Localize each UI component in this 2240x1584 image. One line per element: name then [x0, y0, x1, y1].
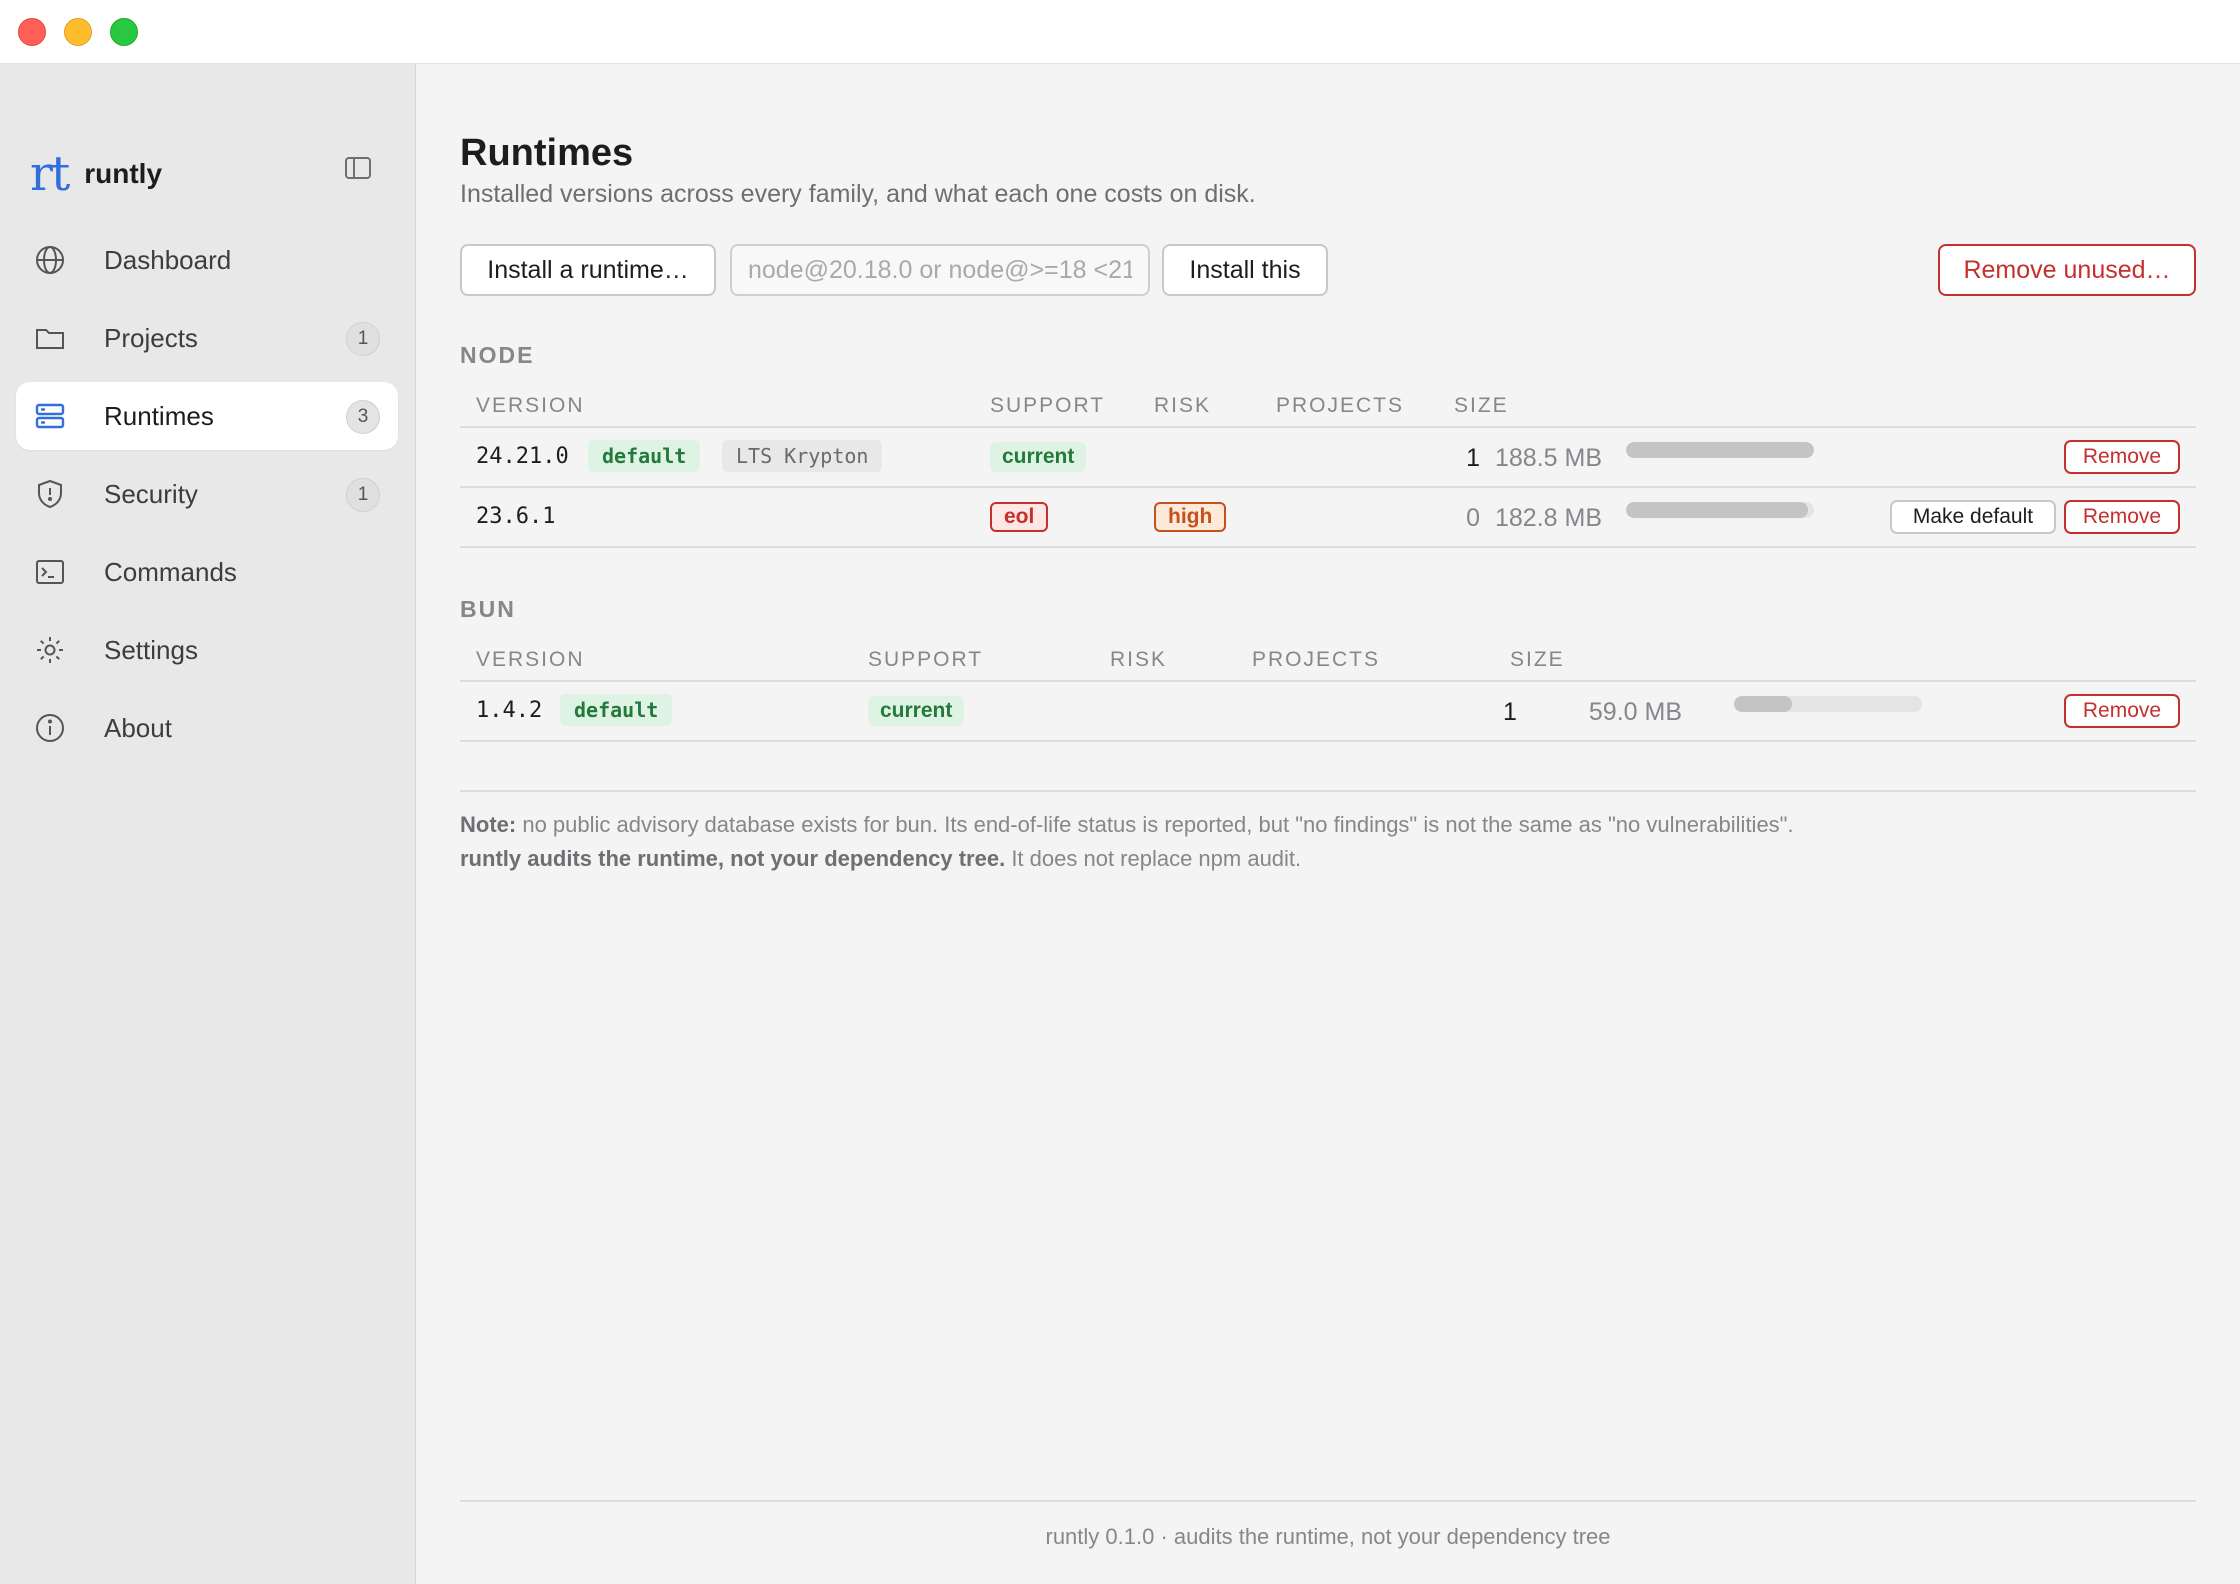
size-value: 182.8 MB [1494, 504, 1602, 532]
size-bar-fill [1734, 696, 1793, 712]
runtime-spec-input[interactable] [730, 244, 1150, 296]
server-icon [34, 400, 66, 432]
page-title: Runtimes [460, 132, 634, 174]
toolbar: Install a runtime… Install this Remove u… [460, 244, 2196, 300]
sidebar: rt runtly Dashboard Projects 1 Runtimes … [0, 64, 416, 1584]
sidebar-item-label: Security [104, 478, 198, 509]
remove-button[interactable]: Remove [2064, 694, 2180, 728]
table-row: 1.4.2 default current 1 59.0 MB Remove [460, 682, 2196, 742]
support-badge: current [868, 696, 965, 726]
note-line-2: runtly audits the runtime, not your depe… [460, 842, 1794, 876]
note-bold: runtly audits the runtime, not your depe… [460, 846, 1006, 871]
risk-badge: high [1154, 502, 1227, 532]
column-header-projects: PROJECTS [1252, 648, 1381, 671]
remove-button[interactable]: Remove [2064, 440, 2180, 474]
note: Note: no public advisory database exists… [460, 808, 1794, 876]
window-close-button[interactable] [18, 18, 46, 46]
sidebar-toggle-icon[interactable] [344, 156, 372, 180]
section-label-node: NODE [460, 342, 535, 368]
column-header-version: VERSION [476, 394, 585, 417]
brand: rt runtly [30, 144, 162, 204]
globe-icon [34, 244, 66, 276]
remove-unused-button[interactable]: Remove unused… [1938, 244, 2196, 296]
column-header-size: SIZE [1510, 648, 1565, 671]
note-label: Note: [460, 812, 517, 837]
window-maximize-button[interactable] [110, 18, 138, 46]
window-minimize-button[interactable] [64, 18, 92, 46]
column-header-version: VERSION [476, 648, 585, 671]
sidebar-item-security[interactable]: Security 1 [16, 460, 398, 528]
default-tag: default [560, 694, 673, 726]
gear-icon [34, 634, 66, 666]
main-content: Runtimes Installed versions across every… [460, 64, 2196, 1584]
page-subtitle: Installed versions across every family, … [460, 180, 1256, 208]
remove-button[interactable]: Remove [2064, 500, 2180, 534]
make-default-button[interactable]: Make default [1890, 500, 2056, 534]
footer-text: runtly 0.1.0 · audits the runtime, not y… [1045, 1524, 1611, 1549]
sidebar-item-label: About [104, 712, 172, 743]
info-icon [34, 712, 66, 744]
terminal-icon [34, 556, 66, 588]
version-cell: 23.6.1 [476, 504, 556, 529]
sidebar-item-settings[interactable]: Settings [16, 616, 398, 684]
note-text: no public advisory database exists for b… [522, 812, 1794, 837]
sidebar-nav: Dashboard Projects 1 Runtimes 3 Security… [16, 226, 398, 772]
projects-count: 1 [1503, 698, 1517, 726]
default-tag: default [588, 440, 701, 472]
column-header-risk: RISK [1154, 394, 1212, 417]
size-bar [1734, 696, 1922, 712]
version-cell: 1.4.2 [476, 698, 543, 723]
table-row: 24.21.0 default LTS Krypton current 1 18… [460, 428, 2196, 488]
column-header-projects: PROJECTS [1276, 394, 1405, 417]
sidebar-item-label: Projects [104, 322, 198, 353]
table-header: VERSION SUPPORT RISK PROJECTS SIZE [460, 636, 2196, 682]
sidebar-item-commands[interactable]: Commands [16, 538, 398, 606]
size-bar-fill [1626, 442, 1814, 458]
count-badge: 3 [346, 400, 380, 434]
brand-logo: rt [30, 146, 70, 202]
footer-divider [460, 1500, 2196, 1502]
sidebar-item-about[interactable]: About [16, 694, 398, 762]
section-label-bun: BUN [460, 596, 516, 622]
sidebar-item-projects[interactable]: Projects 1 [16, 304, 398, 372]
shield-icon [34, 478, 66, 510]
brand-name: runtly [84, 158, 163, 189]
note-text: It does not replace npm audit. [1011, 846, 1302, 871]
sidebar-item-label: Settings [104, 634, 198, 665]
lts-tag: LTS Krypton [722, 440, 883, 472]
note-line-1: Note: no public advisory database exists… [460, 808, 1794, 842]
sidebar-item-label: Commands [104, 556, 237, 587]
size-value: 59.0 MB [1588, 698, 1682, 726]
node-table: VERSION SUPPORT RISK PROJECTS SIZE 24.21… [460, 382, 2196, 548]
bun-table: VERSION SUPPORT RISK PROJECTS SIZE 1.4.2… [460, 636, 2196, 742]
install-this-button[interactable]: Install this [1162, 244, 1328, 296]
folder-icon [34, 322, 66, 354]
count-badge: 1 [346, 322, 380, 356]
version-cell: 24.21.0 [476, 444, 569, 469]
size-bar-fill [1626, 502, 1809, 518]
size-value: 188.5 MB [1494, 444, 1602, 472]
size-bar [1626, 442, 1814, 458]
support-badge: eol [990, 502, 1049, 532]
size-bar [1626, 502, 1814, 518]
sidebar-item-label: Runtimes [104, 400, 214, 431]
divider [460, 790, 2196, 792]
table-header: VERSION SUPPORT RISK PROJECTS SIZE [460, 382, 2196, 428]
column-header-support: SUPPORT [868, 648, 984, 671]
column-header-risk: RISK [1110, 648, 1168, 671]
support-badge: current [990, 442, 1087, 472]
sidebar-item-dashboard[interactable]: Dashboard [16, 226, 398, 294]
table-row: 23.6.1 eol high 0 182.8 MB Make default … [460, 488, 2196, 548]
install-runtime-button[interactable]: Install a runtime… [460, 244, 716, 296]
column-header-support: SUPPORT [990, 394, 1106, 417]
window-titlebar [0, 0, 2240, 64]
count-badge: 1 [346, 478, 380, 512]
sidebar-item-label: Dashboard [104, 244, 232, 275]
column-header-size: SIZE [1454, 394, 1509, 417]
sidebar-item-runtimes[interactable]: Runtimes 3 [16, 382, 398, 450]
